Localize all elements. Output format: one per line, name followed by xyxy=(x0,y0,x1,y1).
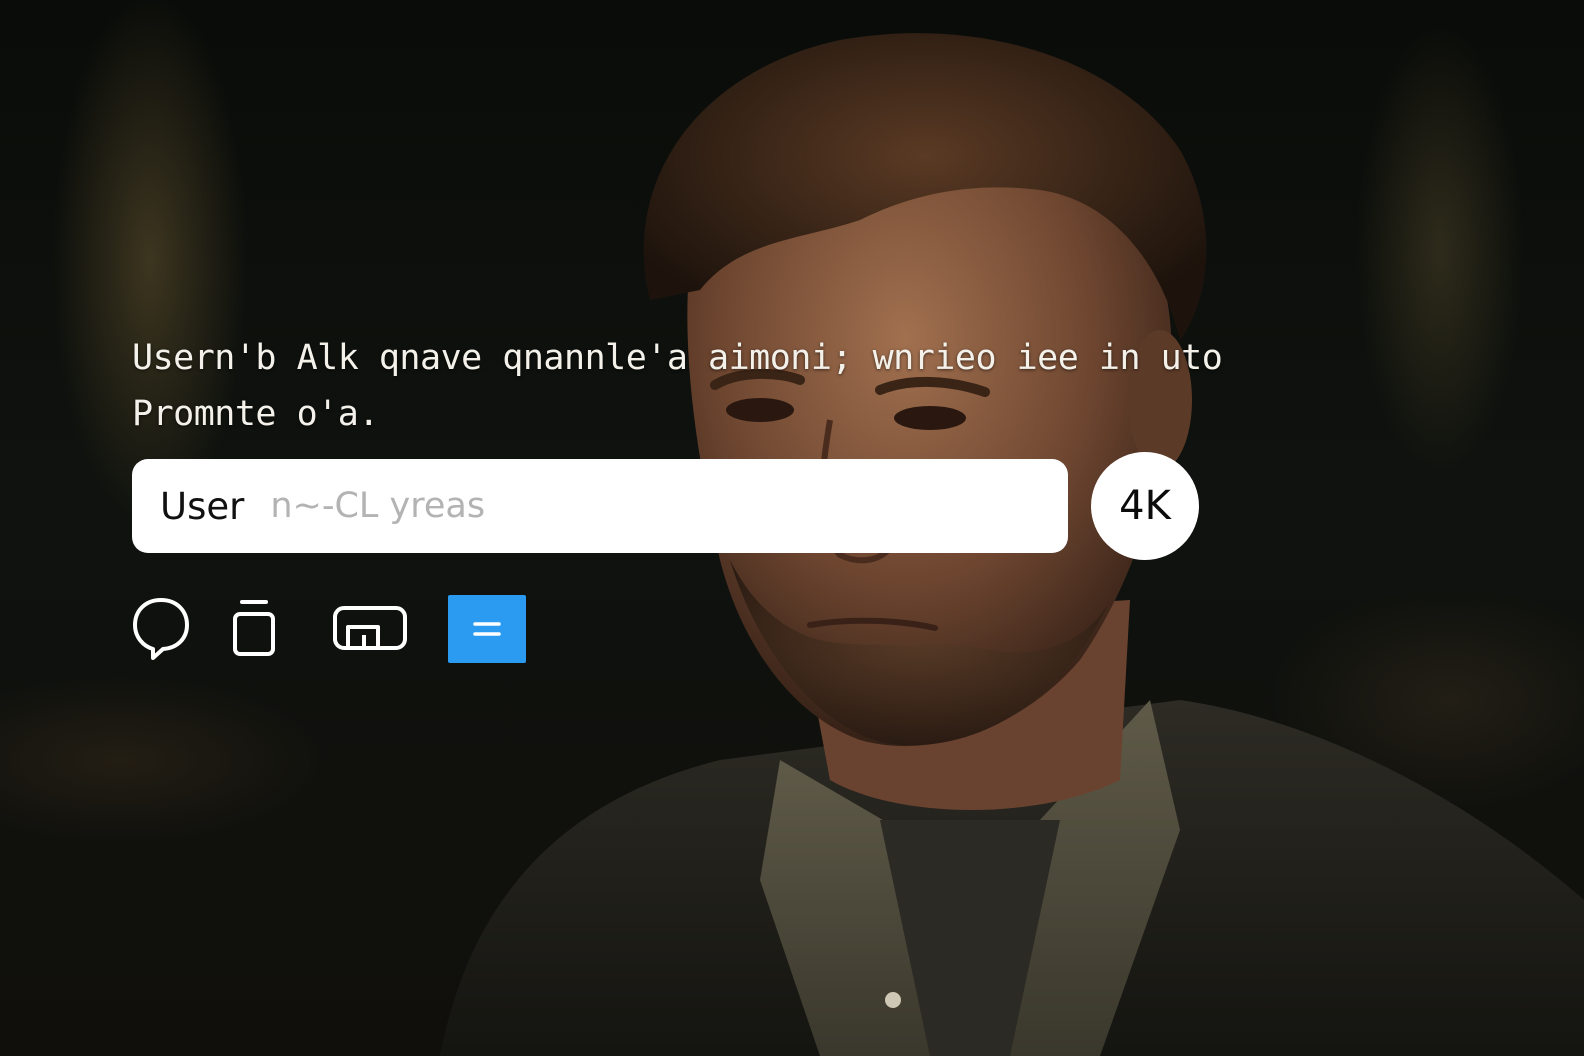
layout-icon xyxy=(333,606,407,650)
prompt-line-1: Usern'b Alk qnave qnannle'a aimoni; wnri… xyxy=(132,338,1223,378)
chat-bubble-icon xyxy=(133,598,189,660)
chat-button[interactable] xyxy=(130,592,192,664)
copy-icon xyxy=(233,600,275,656)
equals-menu-icon xyxy=(473,622,501,636)
toolbar xyxy=(130,592,550,664)
input-label: User xyxy=(160,484,245,528)
prompt-input-bar[interactable]: User xyxy=(132,459,1068,553)
prompt-line-2: Promnte o'a. xyxy=(132,394,379,434)
copy-button[interactable] xyxy=(228,592,280,664)
prompt-input[interactable] xyxy=(270,476,1068,536)
layout-button[interactable] xyxy=(332,592,408,664)
prompt-text: Usern'b Alk qnave qnannle'a aimoni; wnri… xyxy=(132,330,1312,442)
menu-button[interactable] xyxy=(448,595,526,663)
resolution-4k-button[interactable]: 4K xyxy=(1091,452,1199,560)
